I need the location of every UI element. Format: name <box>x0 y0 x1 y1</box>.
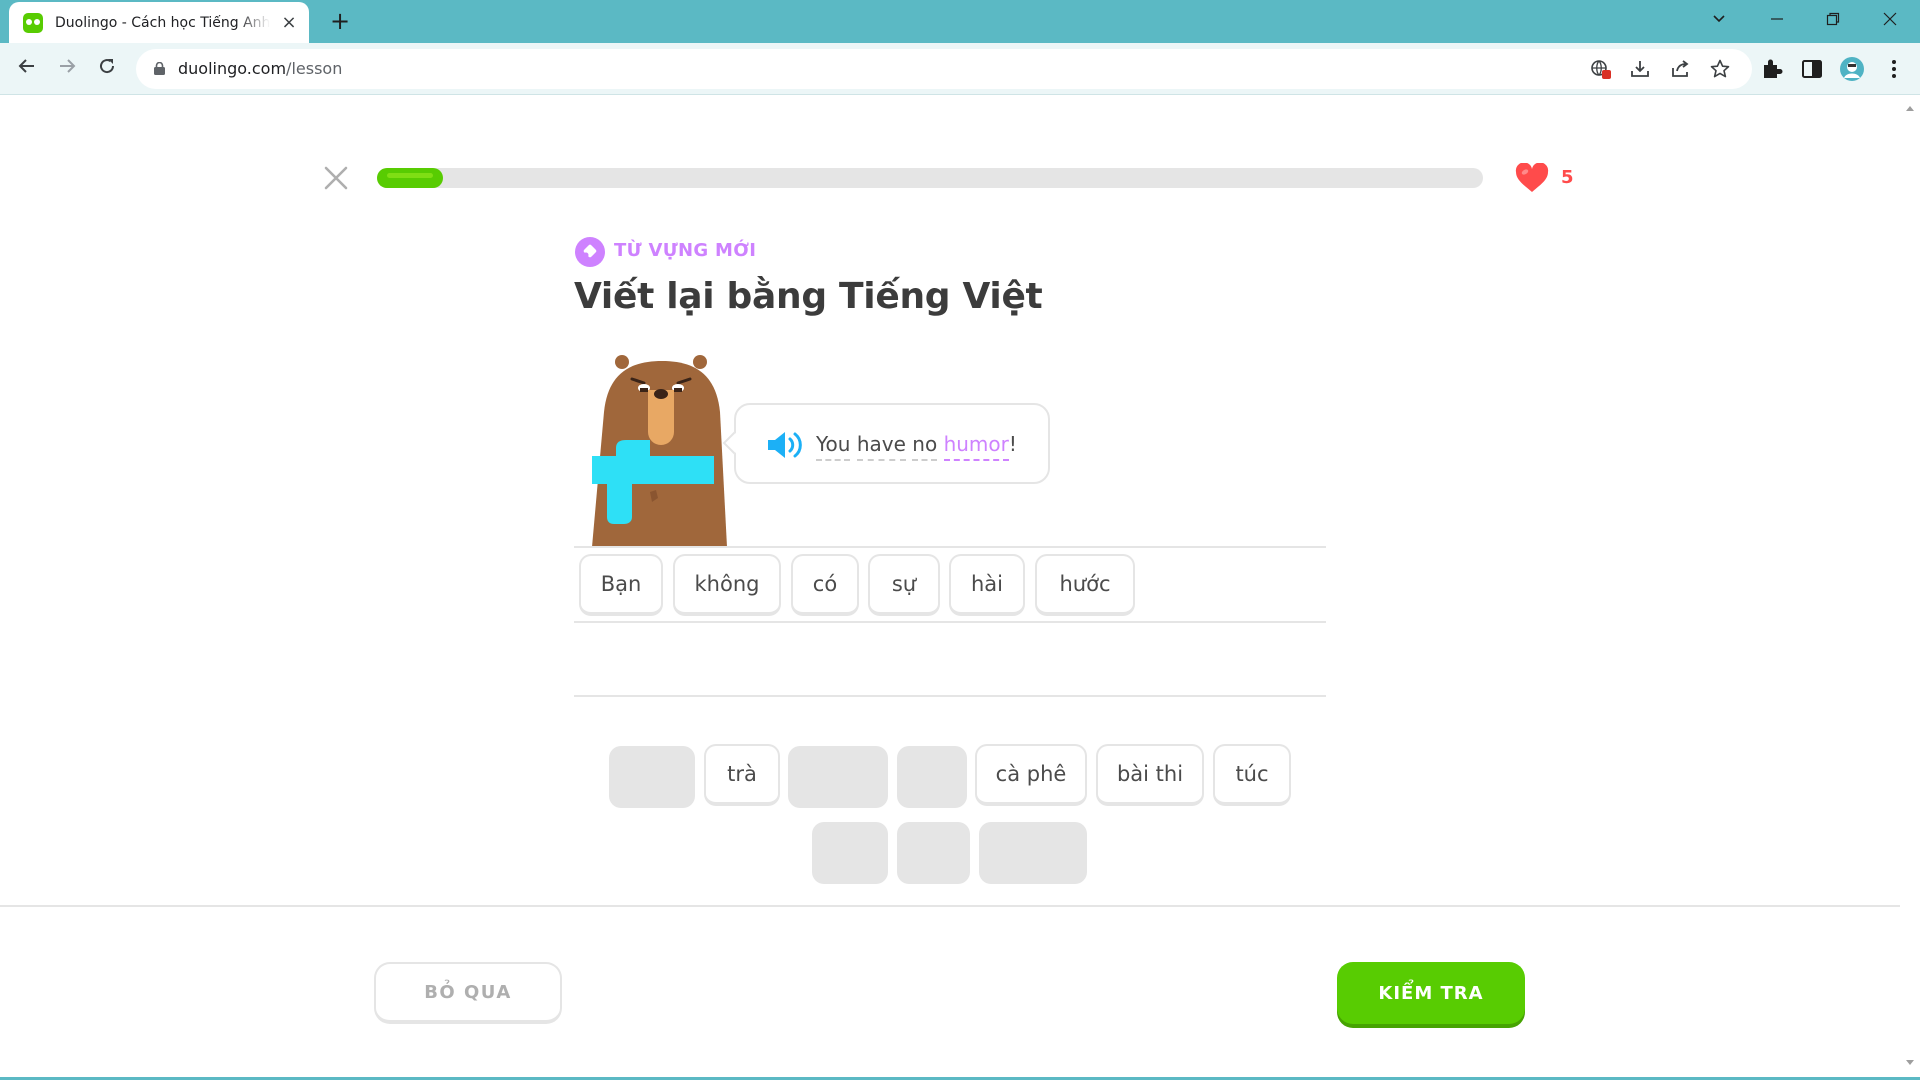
word-humor-new[interactable]: humor <box>943 432 1009 461</box>
sentence-punctuation: ! <box>1008 432 1017 456</box>
close-lesson-icon[interactable] <box>322 164 350 192</box>
progress-shine <box>387 173 433 178</box>
tab-search-icon[interactable] <box>1699 6 1739 36</box>
answer-line-top <box>574 546 1326 548</box>
word-no[interactable]: no <box>912 432 938 461</box>
tab-title: Duolingo - Cách học Tiếng Anh <box>55 14 270 31</box>
prompt-sentence: You have no humor! <box>816 432 1017 461</box>
speech-bubble: You have no humor! <box>722 403 1050 484</box>
scroll-down-arrow-icon[interactable] <box>1906 1060 1914 1065</box>
minimize-icon[interactable] <box>1757 6 1797 36</box>
more-menu-icon[interactable] <box>1881 56 1907 82</box>
new-tab-button[interactable]: + <box>326 8 354 36</box>
tab-close-icon[interactable]: × <box>279 12 299 33</box>
skip-button[interactable]: BỎ QUA <box>374 962 562 1024</box>
url-text[interactable]: duolingo.com/lesson <box>178 59 342 78</box>
answer-line-middle <box>574 621 1326 623</box>
word-bank-chip[interactable]: bài thi <box>1096 744 1204 806</box>
duolingo-favicon-icon <box>23 12 43 33</box>
browser-toolbar: duolingo.com/lesson <box>0 43 1920 95</box>
url-path: /lesson <box>286 59 343 78</box>
share-icon[interactable] <box>1669 58 1691 80</box>
address-bar[interactable]: duolingo.com/lesson <box>136 49 1752 89</box>
answer-word-chip[interactable]: hước <box>1035 554 1135 616</box>
answer-word-chip[interactable]: Bạn <box>579 554 663 616</box>
browser-tab-bar: Duolingo - Cách học Tiếng Anh × + <box>0 0 1920 43</box>
install-icon[interactable] <box>1629 58 1651 80</box>
hearts-count: 5 <box>1561 167 1574 188</box>
word-bank-slot-used <box>609 746 695 808</box>
profile-avatar[interactable] <box>1839 56 1865 82</box>
page-scrollbar[interactable] <box>1900 96 1920 1080</box>
bear-character-illustration <box>592 355 727 547</box>
star-icon[interactable] <box>1709 58 1731 80</box>
extensions-icon[interactable] <box>1759 56 1785 82</box>
answer-word-chip[interactable]: không <box>673 554 781 616</box>
word-bank-chip[interactable]: túc <box>1213 744 1291 806</box>
word-bank-chip[interactable]: cà phê <box>975 744 1087 806</box>
scroll-up-arrow-icon[interactable] <box>1906 106 1914 111</box>
reload-icon[interactable] <box>92 54 122 84</box>
word-have[interactable]: have <box>856 432 906 461</box>
speaker-audio-icon[interactable] <box>766 429 804 461</box>
back-arrow-icon[interactable] <box>12 54 42 84</box>
heart-icon <box>1515 163 1549 192</box>
lock-icon[interactable] <box>154 62 165 75</box>
word-bank-slot-used <box>979 822 1087 884</box>
browser-tab[interactable]: Duolingo - Cách học Tiếng Anh × <box>9 2 309 43</box>
side-panel-icon[interactable] <box>1799 56 1825 82</box>
restore-icon[interactable] <box>1813 6 1853 36</box>
answer-word-chip[interactable]: sự <box>868 554 940 616</box>
forward-arrow-icon[interactable] <box>52 54 82 84</box>
exercise-heading: Viết lại bằng Tiếng Việt <box>574 276 1043 317</box>
lesson-progress-bar <box>377 168 1483 188</box>
url-host: duolingo.com <box>178 59 287 78</box>
answer-word-chip[interactable]: có <box>791 554 859 616</box>
check-button[interactable]: KIỂM TRA <box>1337 962 1525 1024</box>
word-bank-slot-used <box>788 746 888 808</box>
new-word-badge-label: TỪ VỰNG MỚI <box>614 240 757 261</box>
word-bank-slot-used <box>897 746 967 808</box>
new-word-badge-icon <box>575 237 605 267</box>
answer-line-bottom <box>574 695 1326 697</box>
word-bank-slot-used <box>812 822 888 884</box>
answer-word-chip[interactable]: hài <box>949 554 1025 616</box>
translate-icon[interactable] <box>1590 58 1612 80</box>
word-bank-chip[interactable]: trà <box>704 744 780 806</box>
word-you[interactable]: You <box>816 432 851 461</box>
footer-divider <box>0 905 1900 907</box>
window-close-icon[interactable] <box>1870 6 1910 36</box>
progress-fill <box>377 168 443 188</box>
word-bank-slot-used <box>897 822 970 884</box>
